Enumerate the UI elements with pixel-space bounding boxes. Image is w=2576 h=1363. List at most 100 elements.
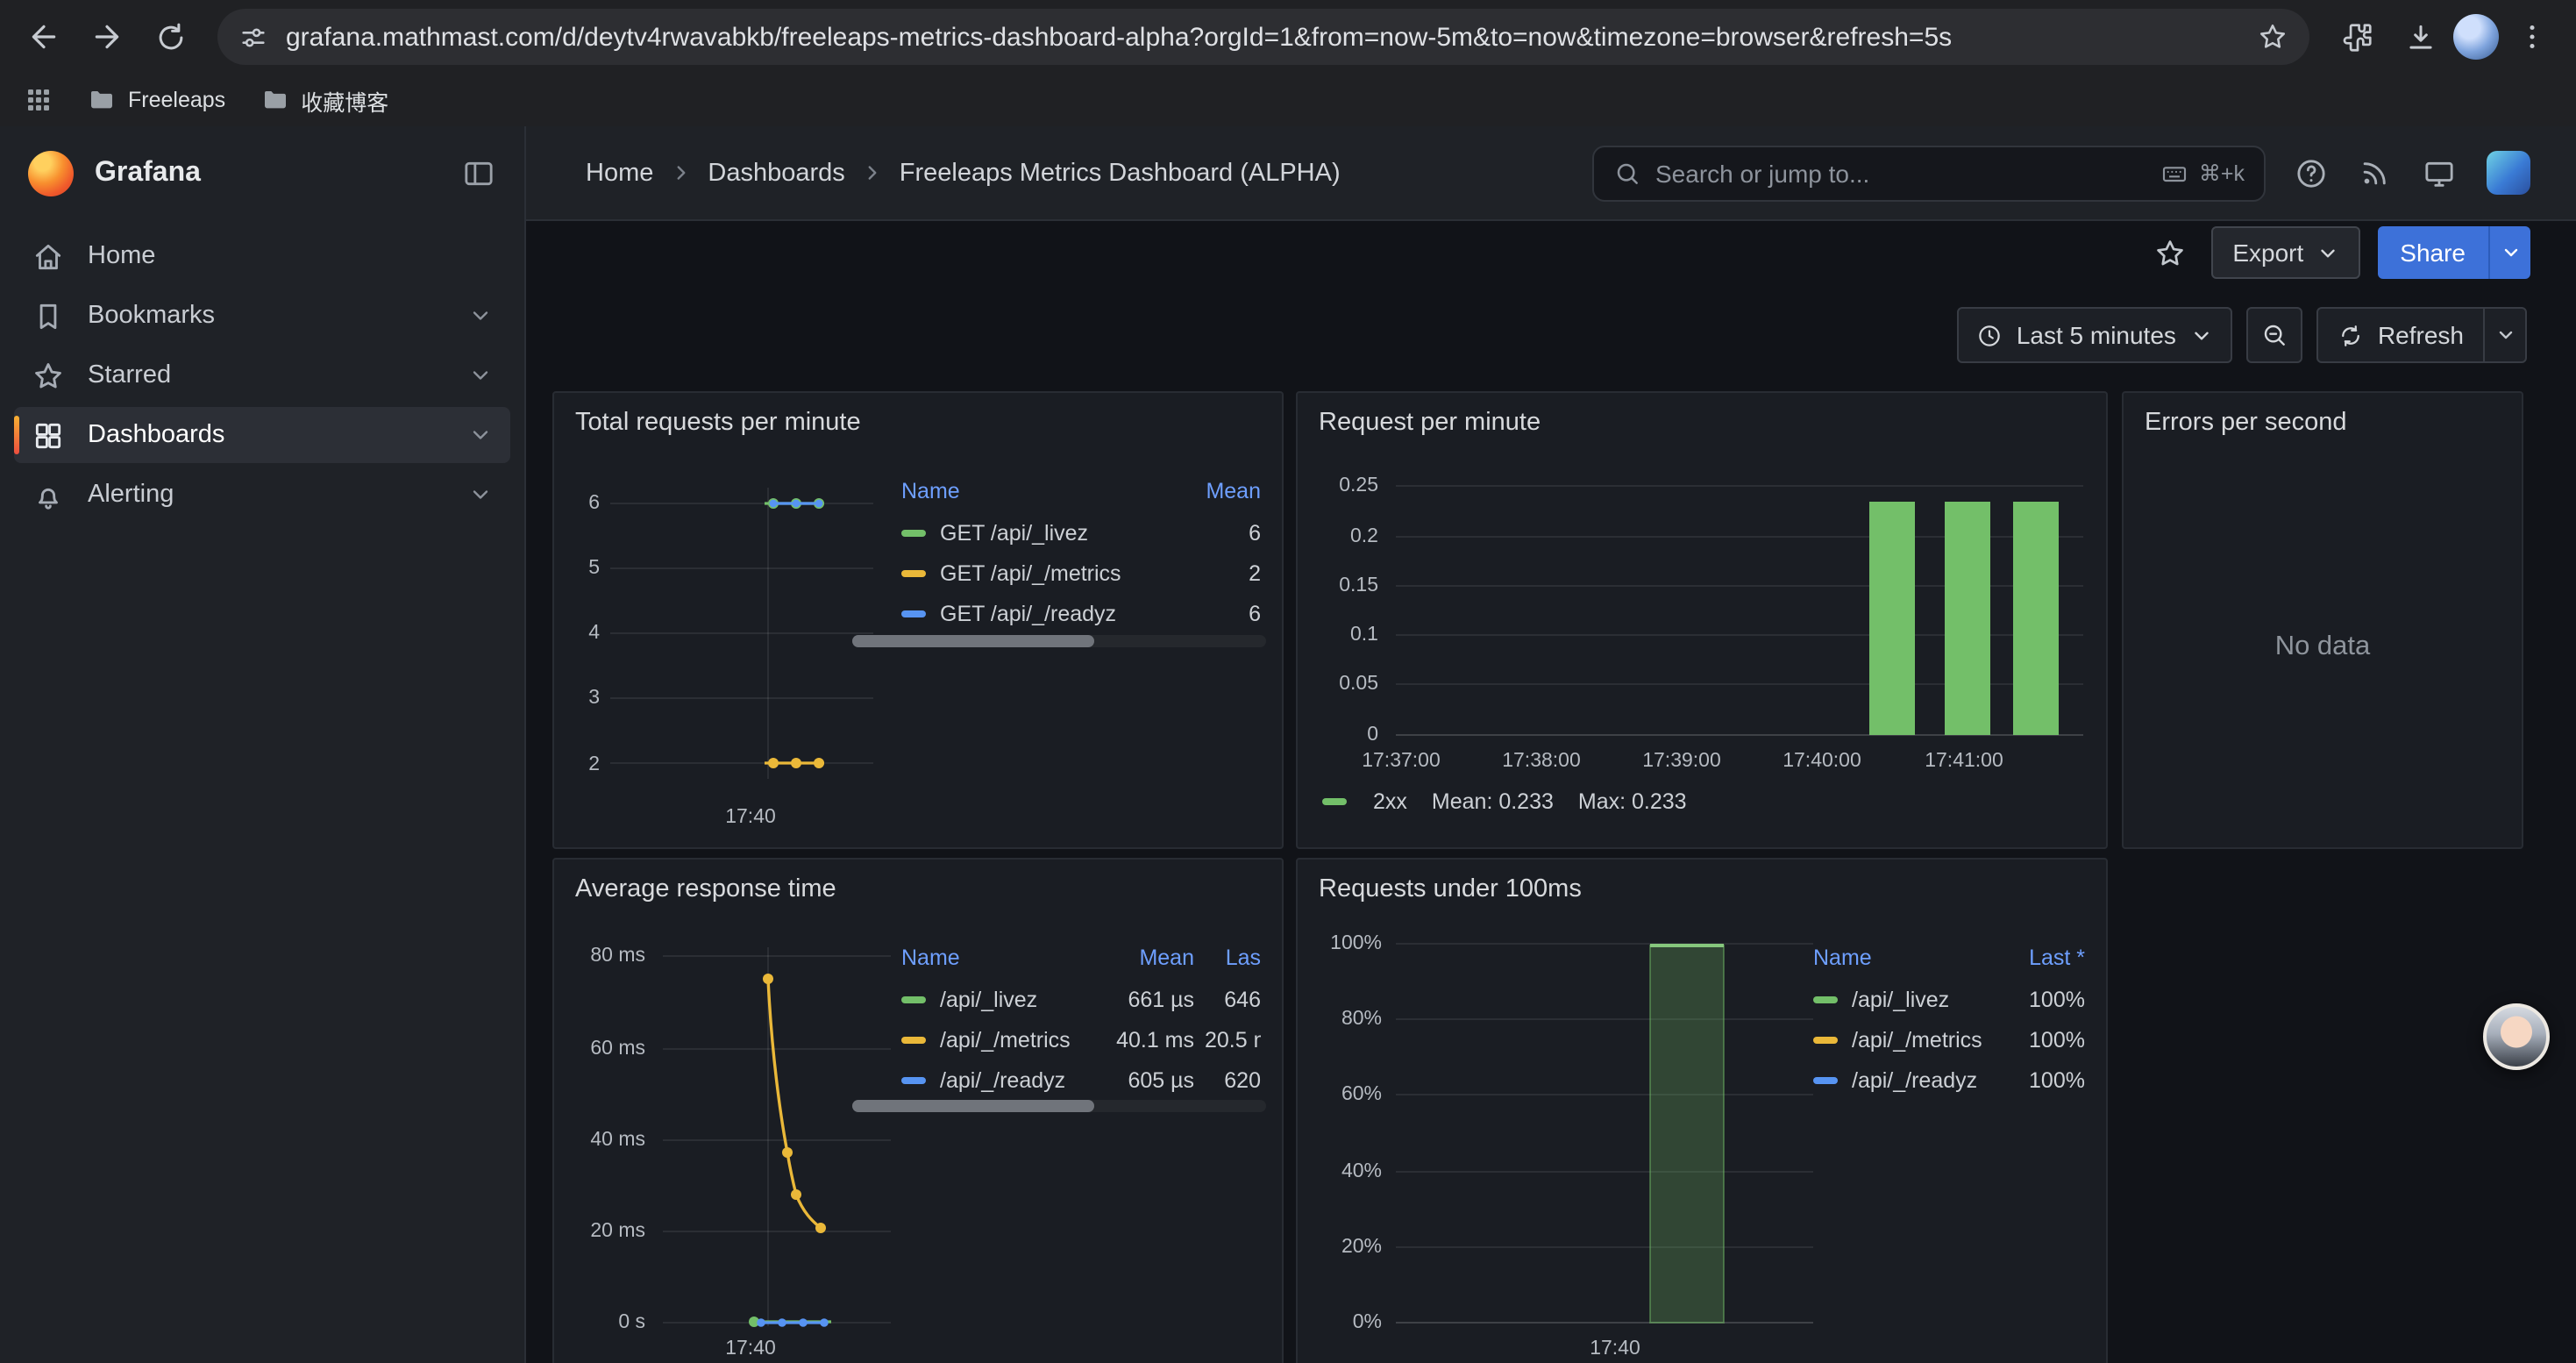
legend-row[interactable]: /api/_/metrics 100% <box>1813 1019 2085 1060</box>
header-icons <box>2294 151 2530 195</box>
legend-row[interactable]: /api/_/metrics 40.1 ms 20.5 m <box>901 1019 1261 1060</box>
breadcrumb-dashboards[interactable]: Dashboards <box>708 159 844 187</box>
rss-icon <box>2359 156 2392 189</box>
sidebar-item-label: Bookmarks <box>88 302 215 330</box>
kebab-menu-icon <box>2516 21 2548 53</box>
panel-title[interactable]: Total requests per minute <box>575 409 861 437</box>
no-data-message: No data <box>2124 446 2522 847</box>
series-swatch-blue <box>901 610 926 617</box>
legend-row[interactable]: /api/_livez 100% <box>1813 979 2085 1019</box>
url-bar[interactable]: grafana.mathmast.com/d/deytv4rwavabkb/fr… <box>217 9 2309 65</box>
back-button[interactable] <box>14 7 74 67</box>
chevron-down-icon[interactable] <box>468 303 493 328</box>
legend-row[interactable]: /api/_livez 661 µs 646 <box>901 979 1261 1019</box>
downloads-button[interactable] <box>2390 7 2450 67</box>
bar-chart[interactable] <box>1396 477 2087 749</box>
reload-icon <box>153 20 187 54</box>
refresh-button[interactable]: Refresh <box>2318 309 2483 361</box>
export-button[interactable]: Export <box>2211 226 2359 279</box>
browser-profile-avatar[interactable] <box>2453 14 2499 60</box>
series-mean: 2 <box>1184 560 1261 585</box>
col-mean-header[interactable]: Mean <box>1184 479 1261 503</box>
series-swatch-blue <box>1813 1076 1838 1083</box>
forward-button[interactable] <box>77 7 137 67</box>
series-swatch-yellow <box>901 1036 926 1043</box>
apps-grid-icon[interactable] <box>25 86 53 114</box>
chevron-down-icon[interactable] <box>468 482 493 507</box>
extensions-button[interactable] <box>2327 7 2387 67</box>
col-name-header[interactable]: Name <box>1813 946 2001 970</box>
zoom-out-button[interactable] <box>2246 307 2302 363</box>
panel-title[interactable]: Errors per second <box>2145 409 2347 437</box>
legend-max: Max: 0.233 <box>1578 789 1687 814</box>
browser-menu-button[interactable] <box>2502 7 2562 67</box>
kiosk-monitor-button[interactable] <box>2422 155 2457 190</box>
grafana-logo[interactable] <box>28 151 74 196</box>
legend-row[interactable]: /api/_/readyz 100% <box>1813 1060 2085 1100</box>
sidebar-item-bookmarks[interactable]: Bookmarks <box>14 288 510 344</box>
share-button[interactable]: Share <box>2377 226 2488 279</box>
y-tick: 0.25 <box>1298 474 1378 498</box>
zoom-out-icon <box>2260 321 2288 349</box>
search-shortcut: ⌘+k <box>2160 159 2245 187</box>
panel-title[interactable]: Average response time <box>575 875 836 903</box>
legend-row[interactable]: GET /api/_/readyz 6 <box>901 593 1261 633</box>
bookmark-folder-freeleaps[interactable]: Freeleaps <box>88 86 225 114</box>
breadcrumb-home[interactable]: Home <box>586 159 653 187</box>
chevron-down-icon[interactable] <box>468 363 493 388</box>
col-name-header[interactable]: Name <box>901 946 1092 970</box>
x-tick: 17:41:00 <box>1903 749 2025 774</box>
sidebar-item-dashboards[interactable]: Dashboards <box>14 407 510 463</box>
line-chart[interactable] <box>610 481 877 788</box>
y-tick: 80 ms <box>554 944 645 968</box>
series-mean: 6 <box>1184 520 1261 545</box>
panel-title[interactable]: Requests under 100ms <box>1319 875 1582 903</box>
y-tick: 20 ms <box>554 1219 645 1244</box>
series-name: /api/_/metrics <box>1852 1027 2001 1052</box>
assistant-avatar-button[interactable] <box>2483 1003 2550 1070</box>
x-tick: 17:39:00 <box>1620 749 1743 774</box>
series-last: 646 <box>1194 987 1261 1011</box>
col-name-header[interactable]: Name <box>901 479 1184 503</box>
sidebar: Grafana Home Bookmarks Starred <box>0 126 526 1363</box>
site-info-icon[interactable] <box>238 22 268 52</box>
line-chart[interactable] <box>663 944 894 1344</box>
col-mean-header[interactable]: Mean <box>1092 946 1194 970</box>
browser-chrome: grafana.mathmast.com/d/deytv4rwavabkb/fr… <box>0 0 2576 126</box>
user-avatar[interactable] <box>2487 151 2530 195</box>
x-tick: 17:40 <box>701 805 800 830</box>
help-button[interactable] <box>2294 155 2329 190</box>
legend-table: Name Last * /api/_livez 100% /api/_/metr… <box>1813 937 2085 1100</box>
search-input[interactable]: Search or jump to... ⌘+k <box>1592 145 2266 201</box>
sidebar-item-alerting[interactable]: Alerting <box>14 467 510 523</box>
legend-row[interactable]: /api/_/readyz 605 µs 620 <box>901 1060 1261 1100</box>
col-last-header[interactable]: Las <box>1194 946 1261 970</box>
legend-row[interactable]: GET /api/_livez 6 <box>901 512 1261 553</box>
share-menu-button[interactable] <box>2488 226 2530 279</box>
bookmark-label: 收藏博客 <box>301 83 388 117</box>
reload-button[interactable] <box>140 7 200 67</box>
help-icon <box>2294 155 2329 190</box>
news-rss-button[interactable] <box>2359 156 2392 189</box>
sidebar-header: Grafana <box>0 126 524 221</box>
chevron-down-icon[interactable] <box>468 423 493 447</box>
refresh-interval-button[interactable] <box>2483 309 2525 361</box>
bookmark-folder-blogs[interactable]: 收藏博客 <box>260 83 388 117</box>
scrollbar-thumb[interactable] <box>852 1100 1094 1112</box>
time-range-picker[interactable]: Last 5 minutes <box>1957 307 2232 363</box>
col-last-header[interactable]: Last * <box>2001 946 2085 970</box>
legend-scrollbar[interactable] <box>852 1100 1266 1112</box>
legend-row[interactable]: GET /api/_/metrics 2 <box>901 553 1261 593</box>
dock-sidebar-icon[interactable] <box>461 156 496 191</box>
panel-title[interactable]: Request per minute <box>1319 409 1541 437</box>
bookmark-star-icon[interactable] <box>2257 21 2288 53</box>
sidebar-item-home[interactable]: Home <box>14 228 510 284</box>
legend-scrollbar[interactable] <box>852 635 1266 647</box>
favorite-star-button[interactable] <box>2145 228 2194 277</box>
bar-chart[interactable] <box>1396 937 1817 1337</box>
sidebar-item-starred[interactable]: Starred <box>14 347 510 403</box>
legend-item-2xx[interactable]: 2xx <box>1322 789 1407 814</box>
x-tick: 17:40 <box>1566 1337 1664 1361</box>
search-placeholder: Search or jump to... <box>1655 159 2146 187</box>
scrollbar-thumb[interactable] <box>852 635 1094 647</box>
